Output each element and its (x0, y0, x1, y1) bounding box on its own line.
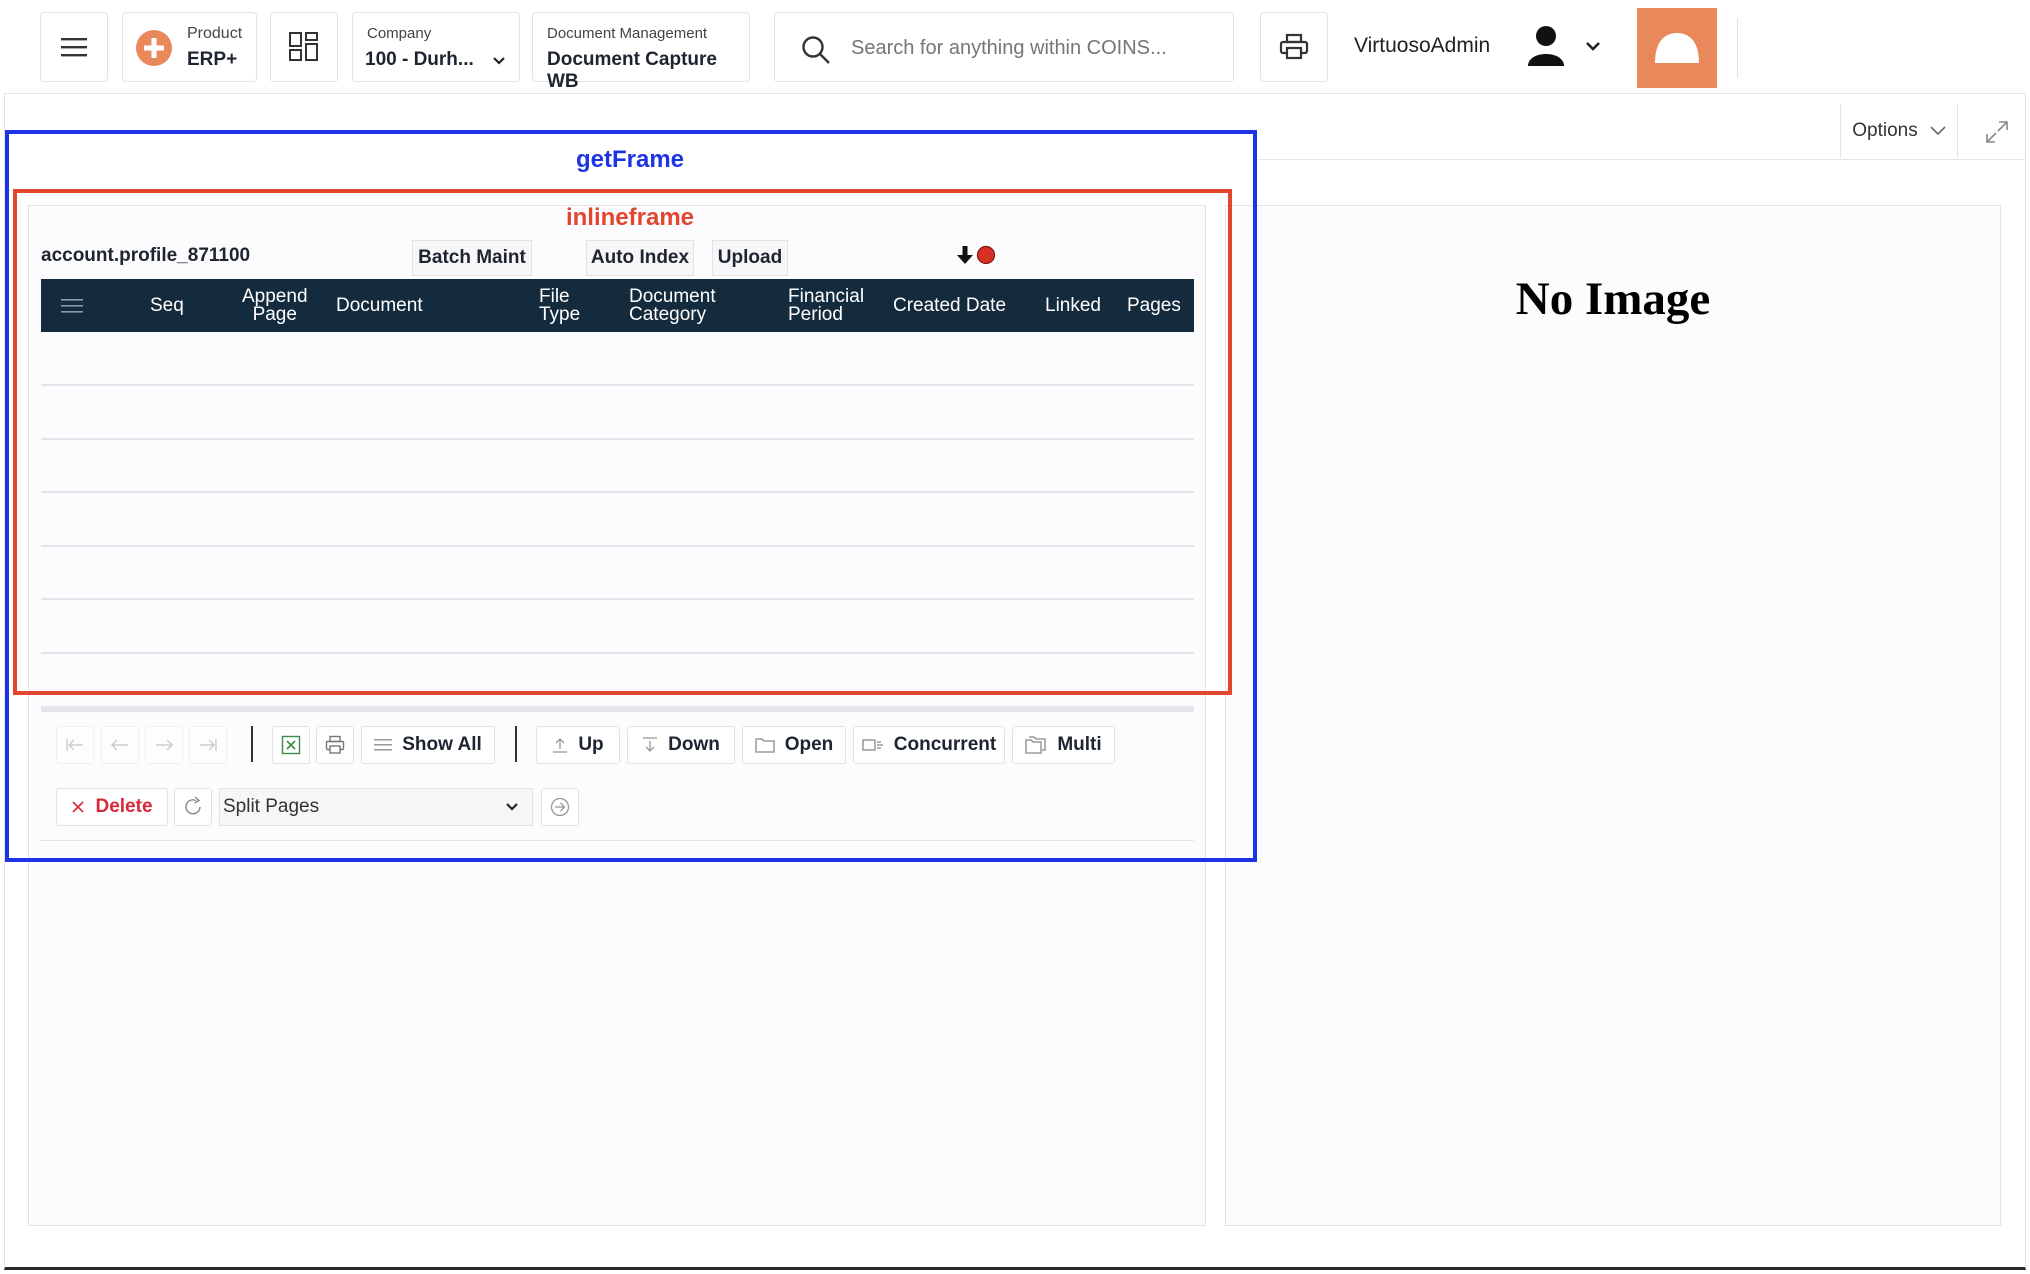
expand-button[interactable] (1977, 112, 2017, 152)
user-menu-chevron-icon[interactable] (1586, 42, 1600, 51)
company-selector[interactable]: Company 100 - Durh... (352, 12, 520, 82)
expand-arrows-icon (1986, 121, 2008, 143)
print-button[interactable] (1260, 12, 1328, 82)
app-launcher-button[interactable] (270, 12, 338, 82)
search-input[interactable] (851, 33, 1211, 63)
module-selector[interactable]: Document Management Document Capture WB (532, 12, 750, 92)
module-value: Document Capture WB (547, 49, 717, 92)
module-caption: Document Management (547, 25, 708, 42)
product-logo-icon (136, 30, 172, 66)
options-button[interactable]: Options (1840, 104, 1958, 158)
company-value: 100 - Durh... (365, 49, 474, 70)
product-selector[interactable]: Product ERP+ (122, 12, 257, 82)
product-caption: Product (187, 25, 243, 42)
grid-layout-icon (289, 32, 318, 61)
printer-icon (1279, 33, 1309, 60)
bell-icon (1655, 33, 1699, 63)
username-label[interactable]: VirtuosoAdmin (1354, 34, 1490, 58)
hamburger-menu-icon (61, 38, 87, 57)
top-bar: Product ERP+ Company 100 - Durh... Docum… (4, 4, 2026, 94)
inlineframe-annotation-box (13, 189, 1232, 695)
user-avatar-icon[interactable] (1524, 22, 1568, 68)
chevron-down-icon (1930, 126, 1946, 136)
product-value: ERP+ (187, 49, 238, 70)
no-image-text: No Image (1515, 273, 1711, 325)
inlineframe-annotation-label: inlineframe (565, 204, 695, 231)
options-label: Options (1852, 120, 1918, 141)
main-menu-button[interactable] (40, 12, 108, 82)
search-box[interactable] (774, 12, 1234, 82)
search-icon (802, 36, 830, 64)
topbar-divider (1737, 18, 1738, 78)
notification-button[interactable] (1637, 8, 1717, 88)
company-caption: Company (367, 25, 432, 42)
image-preview-panel: No Image (1225, 205, 2001, 1226)
chevron-down-icon (493, 57, 505, 65)
getframe-annotation-label: getFrame (575, 146, 685, 173)
